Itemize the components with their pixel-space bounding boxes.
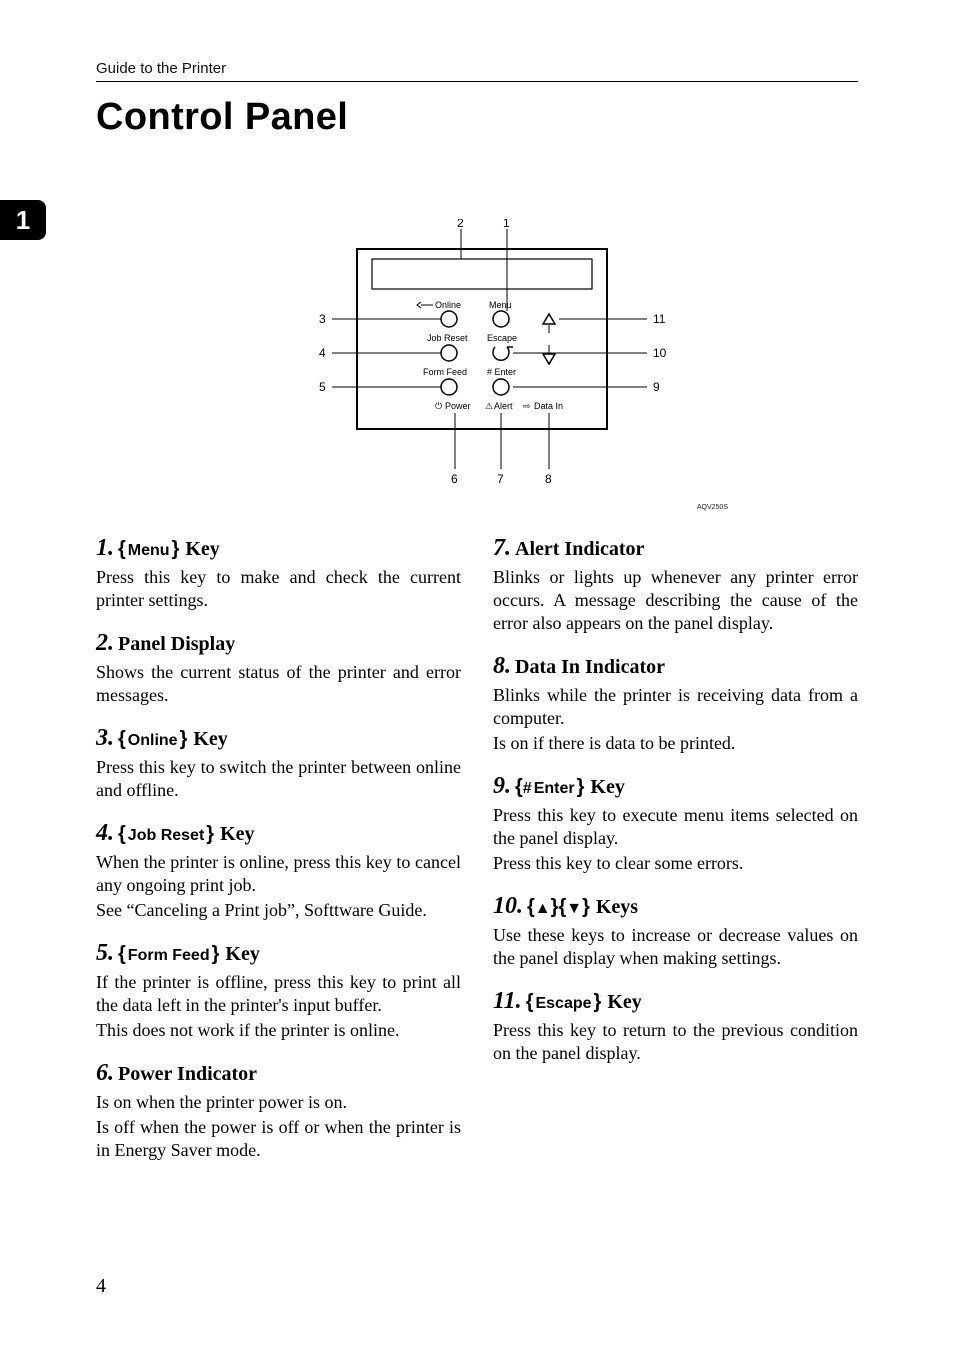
running-header: Guide to the Printer [96, 60, 858, 82]
diagram-label-power: Power [445, 401, 471, 411]
svg-text:⇨: ⇨ [523, 401, 531, 411]
item-10-arrow-keys: 10. {▲}{▼} Keys Use these keys to increa… [493, 893, 858, 970]
callout-8: 8 [545, 472, 552, 486]
content-columns: 1. {Menu} Key Press this key to make and… [96, 535, 858, 1162]
callout-1: 1 [503, 219, 510, 230]
item-11-escape-key: 11. {Escape} Key Press this key to retur… [493, 988, 858, 1065]
page-title: Control Panel [96, 96, 858, 139]
item-2-panel-display: 2. Panel Display Shows the current statu… [96, 630, 461, 707]
diagram-label-jobreset: Job Reset [427, 333, 468, 343]
chapter-tab: 1 [0, 200, 46, 240]
item-7-alert-indicator: 7. Alert Indicator Blinks or lights up w… [493, 535, 858, 635]
callout-4: 4 [319, 346, 326, 360]
item-4-job-reset-key: 4. {Job Reset} Key When the printer is o… [96, 820, 461, 922]
callout-9: 9 [653, 380, 660, 394]
item-1-menu-key: 1. {Menu} Key Press this key to make and… [96, 535, 461, 612]
diagram-label-datain: Data In [534, 401, 563, 411]
item-9-enter-key: 9. {# Enter} Key Press this key to execu… [493, 773, 858, 875]
diagram-label-online: Online [435, 300, 461, 310]
diagram-label-enter: # Enter [487, 367, 516, 377]
item-6-power-indicator: 6. Power Indicator Is on when the printe… [96, 1060, 461, 1162]
callout-11: 11 [653, 312, 666, 326]
page-number: 4 [96, 1275, 106, 1298]
callout-6: 6 [451, 472, 458, 486]
item-5-form-feed-key: 5. {Form Feed} Key If the printer is off… [96, 940, 461, 1042]
item-8-data-in-indicator: 8. Data In Indicator Blinks while the pr… [493, 653, 858, 755]
page: Guide to the Printer Control Panel 1 Onl… [0, 0, 954, 1348]
callout-2: 2 [457, 219, 464, 230]
callout-7: 7 [497, 472, 504, 486]
item-3-online-key: 3. {Online} Key Press this key to switch… [96, 725, 461, 802]
diagram-label-alert: Alert [494, 401, 513, 411]
svg-text:⚠: ⚠ [485, 401, 493, 411]
callout-3: 3 [319, 312, 326, 326]
diagram-label-formfeed: Form Feed [423, 367, 467, 377]
callout-5: 5 [319, 380, 326, 394]
svg-text:⏻: ⏻ [435, 401, 442, 411]
callout-10: 10 [653, 346, 667, 360]
diagram-code: AQV250S [96, 504, 728, 511]
control-panel-diagram: Online Menu Job Reset Escape Form Feed #… [96, 219, 858, 511]
diagram-label-menu: Menu [489, 300, 512, 310]
diagram-label-escape: Escape [487, 333, 517, 343]
